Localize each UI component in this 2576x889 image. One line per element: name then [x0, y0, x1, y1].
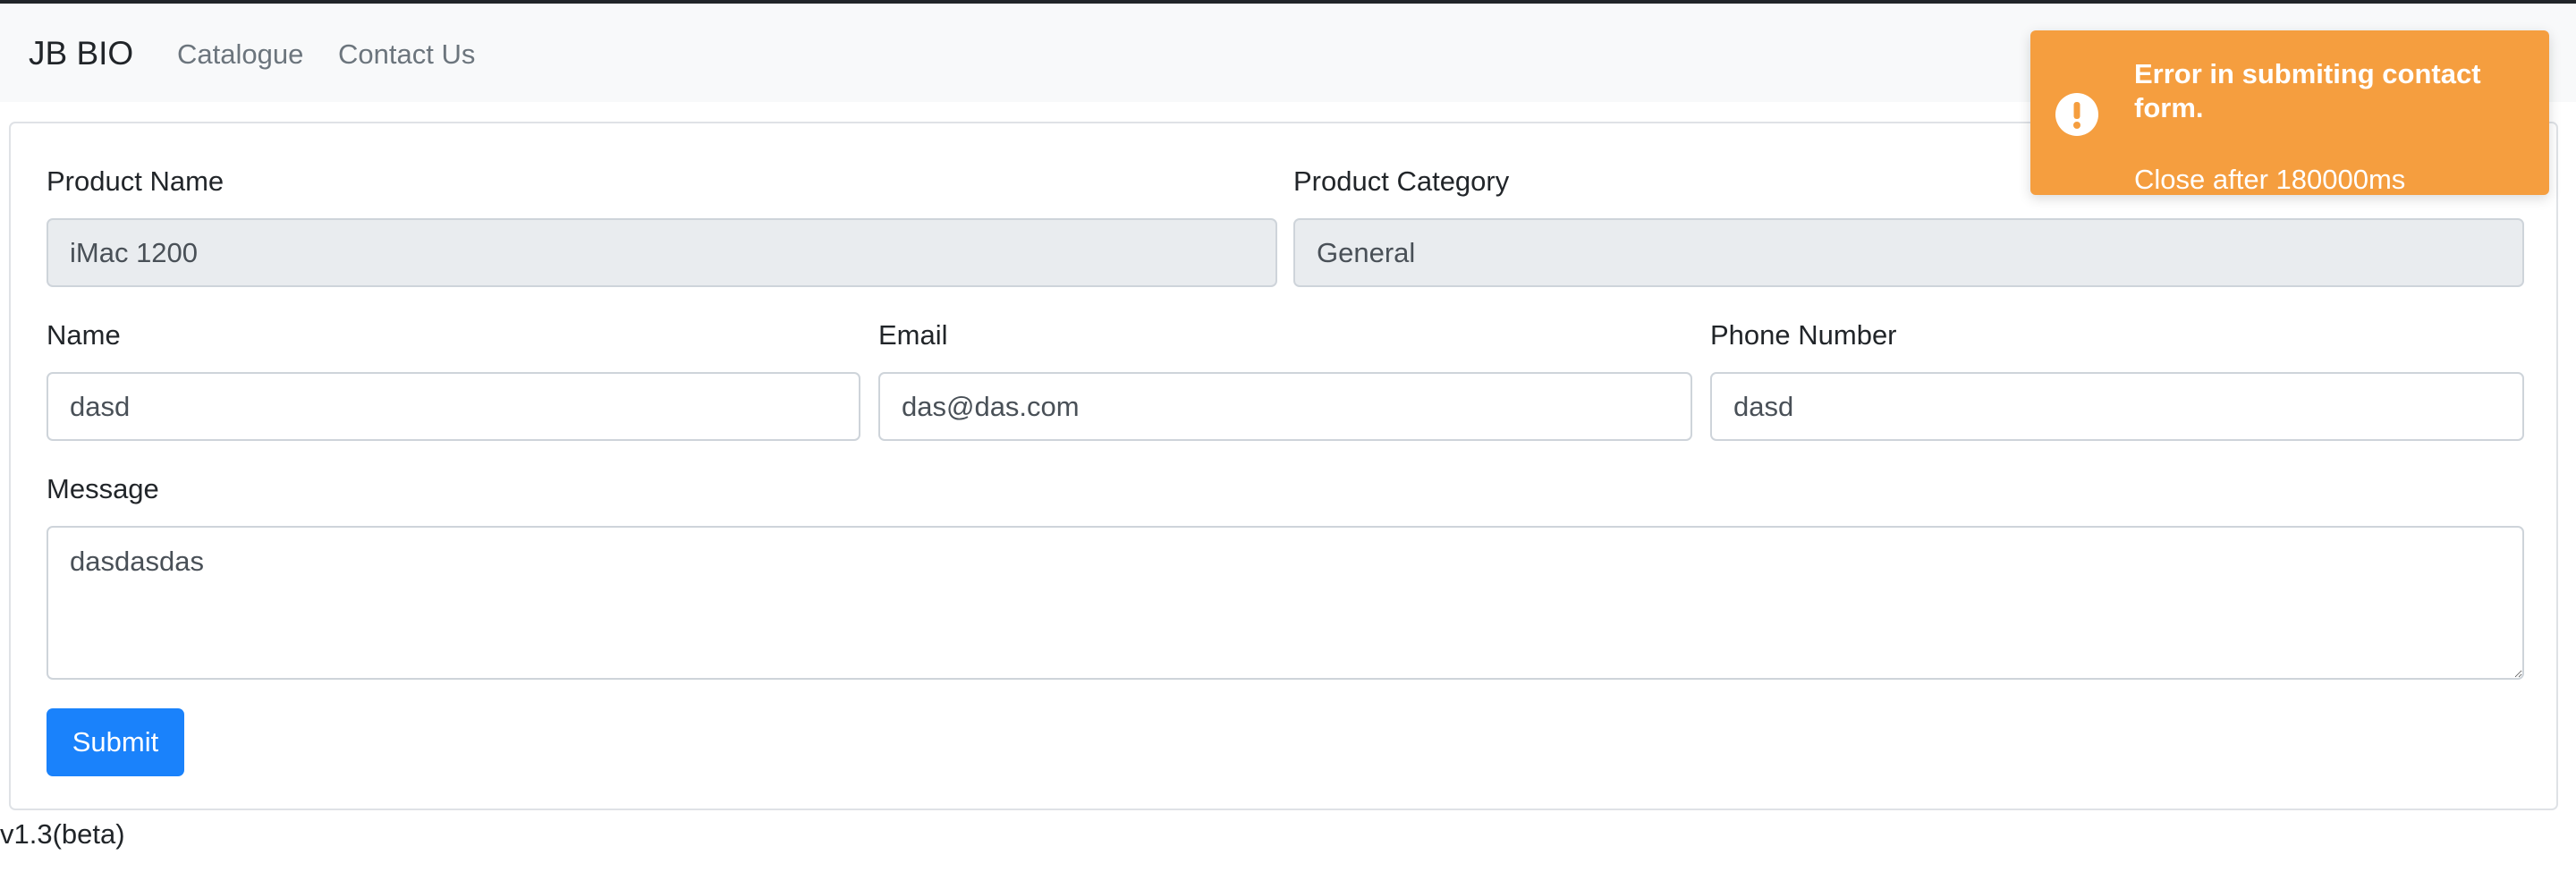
product-category-label: Product Category — [1293, 165, 1510, 197]
product-category-input[interactable] — [1293, 218, 2524, 287]
name-label: Name — [47, 319, 121, 351]
error-toast[interactable]: Error in submiting contact form. Close a… — [2030, 30, 2549, 195]
nav-link-contact-us[interactable]: Contact Us — [338, 38, 475, 72]
phone-number-label: Phone Number — [1710, 319, 1897, 351]
brand-logo[interactable]: JB BIO — [29, 34, 133, 73]
toast-subtitle: Close after 180000ms — [2134, 164, 2406, 195]
email-input[interactable] — [878, 372, 1692, 441]
toast-title: Error in submiting contact form. — [2134, 58, 2481, 123]
product-name-input[interactable] — [47, 218, 1277, 287]
name-input[interactable] — [47, 372, 860, 441]
phone-number-input[interactable] — [1710, 372, 2524, 441]
message-label: Message — [47, 473, 159, 504]
version-label: v1.3(beta) — [0, 818, 125, 850]
exclamation-circle-icon — [2055, 93, 2098, 136]
message-textarea[interactable]: dasdasdas — [47, 526, 2524, 680]
contact-form-card: Product Name Product Category Name Email… — [9, 122, 2558, 810]
nav-link-catalogue[interactable]: Catalogue — [177, 38, 303, 72]
product-name-label: Product Name — [47, 165, 225, 197]
submit-button[interactable]: Submit — [47, 708, 184, 776]
email-label: Email — [878, 319, 948, 351]
